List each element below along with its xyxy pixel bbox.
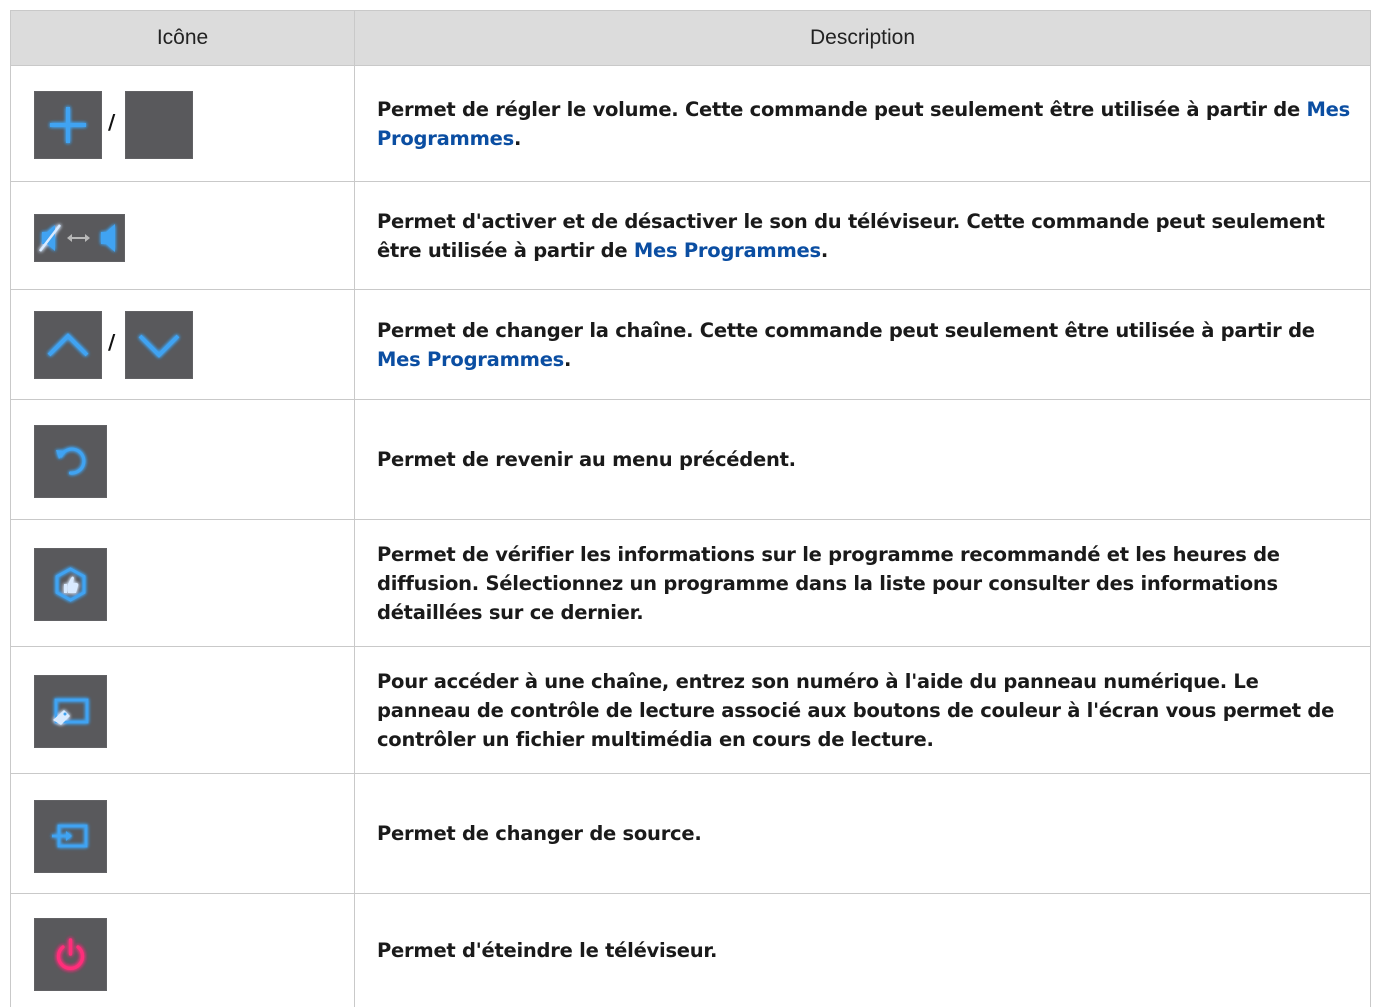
icon-cell <box>11 647 354 773</box>
link-mes-programmes[interactable]: Mes Programmes <box>377 348 564 371</box>
description-text: Pour accéder à une chaîne, entrez son nu… <box>377 669 1335 751</box>
header-icon: Icône <box>156 26 209 49</box>
plus-icon <box>50 107 86 143</box>
table-row: Permet de changer de source. <box>11 774 1370 894</box>
icon-cell <box>11 774 354 893</box>
description-text-part: Permet de régler le volume. Cette comman… <box>377 97 1307 121</box>
description-cell: Permet de changer de source. <box>377 774 1357 893</box>
source-button[interactable] <box>34 800 107 873</box>
volume-up-button[interactable] <box>34 91 102 159</box>
table-header: Icône Description <box>11 10 1370 66</box>
power-icon <box>56 938 85 970</box>
description-text: Permet de changer de source. <box>377 822 702 845</box>
chevron-down-icon <box>138 334 180 358</box>
icon-cell: / <box>11 66 354 181</box>
description-text-part: . <box>514 126 522 150</box>
control-icons-table: Icône Description / Permet de régler le … <box>10 10 1371 1007</box>
description-cell: Pour accéder à une chaîne, entrez son nu… <box>377 647 1357 773</box>
table-row: Permet de revenir au menu précédent. <box>11 400 1370 520</box>
icon-cell <box>11 182 354 289</box>
recommended-icon <box>55 567 86 602</box>
description-cell: Permet de régler le volume. Cette comman… <box>377 66 1357 181</box>
description-cell: Permet d'activer et de désactiver le son… <box>377 182 1357 289</box>
description-text: Permet de régler le volume. Cette comman… <box>377 95 1357 153</box>
description-cell: Permet de changer la chaîne. Cette comma… <box>377 290 1357 399</box>
table-row: Pour accéder à une chaîne, entrez son nu… <box>11 647 1370 774</box>
return-icon <box>56 447 86 475</box>
recommended-button[interactable] <box>34 548 107 621</box>
icon-cell <box>11 894 354 1007</box>
icon-cell <box>11 400 354 519</box>
minus-icon <box>141 123 177 127</box>
link-mes-programmes[interactable]: Mes Programmes <box>634 239 821 262</box>
channel-up-button[interactable] <box>34 311 102 379</box>
icon-cell: / <box>11 290 354 399</box>
volume-down-button[interactable] <box>125 91 193 159</box>
table-row: Permet d'activer et de désactiver le son… <box>11 182 1370 290</box>
description-cell: Permet de vérifier les informations sur … <box>377 520 1357 646</box>
table-row: / Permet de régler le volume. Cette comm… <box>11 66 1370 182</box>
table-row: Permet de vérifier les informations sur … <box>11 520 1370 647</box>
description-text-part: Permet de changer la chaîne. Cette comma… <box>377 318 1315 342</box>
table-row: Permet d'éteindre le téléviseur. <box>11 894 1370 1007</box>
description-text-part: Permet d'activer et de désactiver le son… <box>377 209 1325 262</box>
screen-remote-button[interactable] <box>34 675 107 748</box>
table-row: / Permet de changer la chaîne. Cette com… <box>11 290 1370 400</box>
description-text-part: . <box>820 238 829 262</box>
description-text: Permet de revenir au menu précédent. <box>377 448 796 471</box>
description-text: Permet d'éteindre le téléviseur. <box>377 939 718 962</box>
description-cell: Permet de revenir au menu précédent. <box>377 400 1357 519</box>
power-button[interactable] <box>34 918 107 991</box>
icon-cell <box>11 520 354 646</box>
mute-button[interactable] <box>34 214 125 262</box>
screen-remote-icon <box>53 698 89 725</box>
mute-toggle-icon <box>39 224 115 252</box>
return-button[interactable] <box>34 425 107 498</box>
description-text: Permet d'activer et de désactiver le son… <box>377 207 1357 265</box>
channel-down-button[interactable] <box>125 311 193 379</box>
icon-separator: / <box>108 330 116 354</box>
source-icon <box>52 824 88 848</box>
description-cell: Permet d'éteindre le téléviseur. <box>377 894 1357 1007</box>
description-text: Permet de changer la chaîne. Cette comma… <box>377 316 1357 374</box>
description-text: Permet de vérifier les informations sur … <box>377 542 1280 624</box>
header-description: Description <box>809 26 916 49</box>
description-text-part: . <box>564 347 572 371</box>
column-divider <box>354 10 355 1007</box>
icon-separator: / <box>108 110 116 134</box>
chevron-up-icon <box>47 333 89 357</box>
